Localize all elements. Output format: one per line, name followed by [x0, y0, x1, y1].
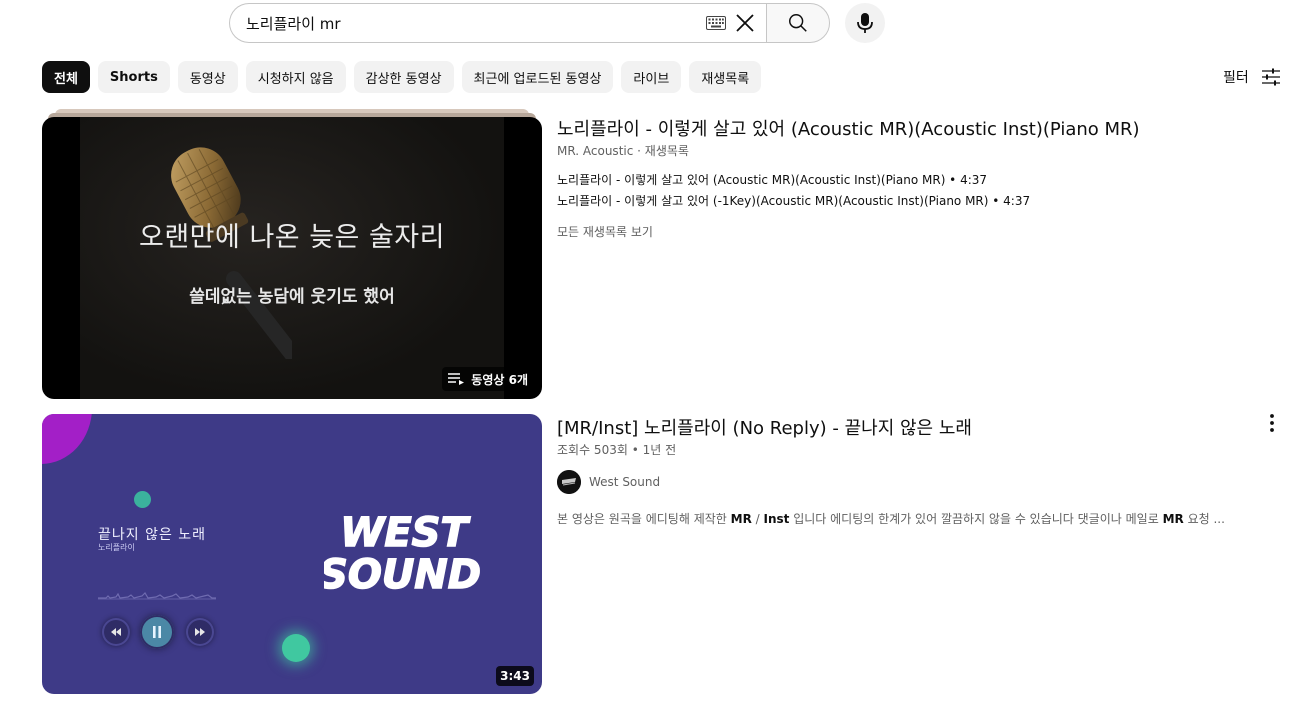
thumbnail-song-name: 끝나지 않은 노래: [98, 527, 207, 543]
thumbnail-lyric-main: 오랜만에 나온 늦은 술자리: [139, 222, 445, 253]
chip-all[interactable]: 전체: [42, 61, 90, 93]
search-input[interactable]: [246, 14, 706, 32]
desc-highlight: Inst: [763, 512, 790, 526]
desc-part: 입니다 에디팅의 한계가 있어 깔끔하지 않을 수 있습니다 댓글이나 메일로: [789, 512, 1163, 526]
decorative-blob: [42, 414, 92, 464]
filter-label: 필터: [1223, 70, 1249, 86]
playlist-icon: [448, 373, 466, 385]
search-results-page: 전체 Shorts 동영상 시청하지 않음 감상한 동영상 최근에 업로드된 동…: [0, 0, 1301, 709]
duration-badge: 3:43: [496, 666, 534, 686]
desc-highlight: MR: [730, 512, 752, 526]
chip-watched[interactable]: 감상한 동영상: [353, 61, 454, 93]
waveform-graphic: [98, 592, 216, 600]
chip-unwatched[interactable]: 시청하지 않음: [245, 61, 346, 93]
decorative-glow-dot: [282, 634, 310, 662]
more-vert-icon: [1270, 414, 1274, 432]
channel-link[interactable]: West Sound: [557, 470, 660, 494]
channel-name[interactable]: MR. Acoustic: [557, 144, 633, 158]
search-icon: [787, 12, 809, 34]
avatar[interactable]: [557, 470, 581, 494]
chip-recently-uploaded[interactable]: 최근에 업로드된 동영상: [461, 61, 614, 93]
playlist-thumbnail[interactable]: 오랜만에 나온 늦은 술자리 쓸데없는 농담에 웃기도 했어 동영상 6개: [42, 117, 542, 399]
chip-shorts[interactable]: Shorts: [97, 61, 170, 93]
result-title[interactable]: 노리플라이 - 이렇게 살고 있어 (Acoustic MR)(Acoustic…: [557, 115, 1140, 141]
next-track-icon: [186, 618, 214, 646]
mic-icon: [855, 12, 875, 34]
desc-part: /: [751, 512, 764, 526]
search-box[interactable]: [229, 3, 766, 43]
chip-playlists[interactable]: 재생목록: [689, 61, 762, 93]
channel-name[interactable]: West Sound: [589, 475, 660, 489]
pause-icon: [140, 615, 174, 649]
search-button[interactable]: [766, 3, 830, 43]
west-sound-logo: WEST SOUND: [324, 509, 482, 598]
filter-chips: 전체 Shorts 동영상 시청하지 않음 감상한 동영상 최근에 업로드된 동…: [42, 61, 762, 93]
result-meta: MR. Acoustic · 재생목록: [557, 144, 689, 158]
close-icon[interactable]: [734, 12, 756, 34]
chip-videos[interactable]: 동영상: [177, 61, 238, 93]
video-count: 동영상 6개: [471, 372, 528, 387]
voice-search-button[interactable]: [845, 3, 885, 43]
video-thumbnail[interactable]: 끝나지 않은 노래 노리플라이 WEST SOUND 3:43: [42, 414, 542, 694]
sliders-icon: [1261, 68, 1281, 86]
thumbnail-lyric-sub: 쓸데없는 농담에 웃기도 했어: [189, 287, 395, 307]
decorative-dot: [134, 491, 151, 508]
more-actions-button[interactable]: [1260, 410, 1284, 436]
desc-part: 요청 ...: [1183, 512, 1225, 526]
desc-highlight: MR: [1162, 512, 1184, 526]
keyboard-icon[interactable]: [706, 16, 726, 30]
search-bar: [229, 3, 830, 43]
logo-line-1: WEST: [340, 510, 470, 556]
playlist-item[interactable]: 노리플라이 - 이렇게 살고 있어 (-1Key)(Acoustic MR)(A…: [557, 193, 1030, 214]
thumbnail-song-artist: 노리플라이: [98, 543, 135, 552]
playlist-items: 노리플라이 - 이렇게 살고 있어 (Acoustic MR)(Acoustic…: [557, 172, 1030, 214]
filter-button[interactable]: 필터: [1223, 63, 1281, 91]
desc-part: 본 영상은 원곡을 에디팅해 제작한: [557, 512, 731, 526]
video-count-badge: 동영상 6개: [442, 367, 534, 391]
result-description: 본 영상은 원곡을 에디팅해 제작한 MR / Inst 입니다 에디팅의 한계…: [557, 510, 1247, 527]
prev-track-icon: [102, 618, 130, 646]
playlist-item[interactable]: 노리플라이 - 이렇게 살고 있어 (Acoustic MR)(Acoustic…: [557, 172, 1030, 193]
result-kind: 재생목록: [644, 144, 689, 158]
result-title[interactable]: [MR/Inst] 노리플라이 (No Reply) - 끝나지 않은 노래: [557, 414, 972, 440]
logo-line-2: SOUND: [324, 552, 481, 598]
chip-live[interactable]: 라이브: [621, 61, 682, 93]
view-full-playlist-link[interactable]: 모든 재생목록 보기: [557, 223, 653, 240]
result-meta: 조회수 503회 • 1년 전: [557, 443, 677, 457]
